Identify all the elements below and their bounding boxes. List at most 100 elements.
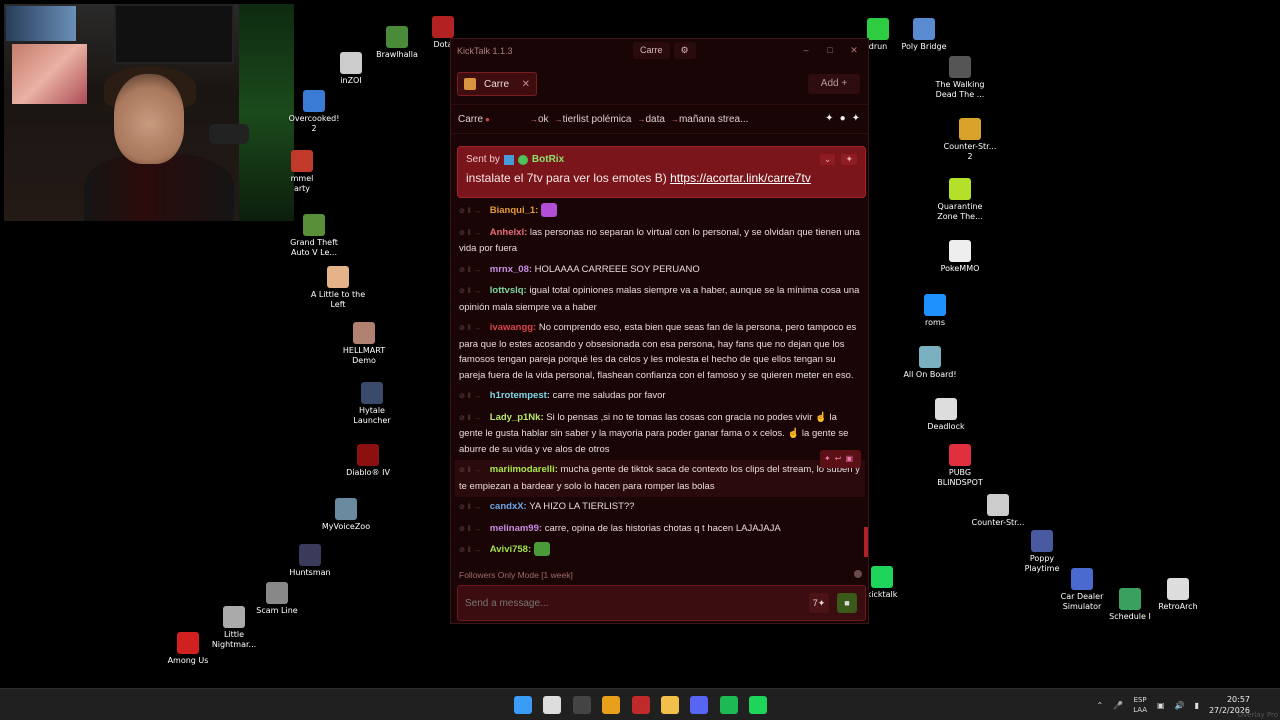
chat-message[interactable]: ⊘‖→ Anhelxl: las personas no separan lo v… [455,223,865,260]
desktop-icon[interactable]: roms [897,294,973,328]
desktop-icon[interactable]: Among Us [150,632,226,666]
chat-message[interactable]: ⊘‖→ candxX: YA HIZO LA TIERLIST?? [455,497,865,519]
chat-username[interactable]: ivawangg: [490,322,536,333]
windows-start-icon[interactable] [514,696,532,714]
desktop-icon[interactable]: All On Board! [892,346,968,380]
chevron-up-icon[interactable]: ⌃ [1097,701,1104,710]
app-icon [1167,578,1189,600]
pinned-link[interactable]: https://acortar.link/carre7tv [670,171,811,185]
kicktalk-icon[interactable] [749,696,767,714]
desktop-icon[interactable]: Poly Bridge [886,18,962,52]
keyword-chip[interactable]: data [637,114,664,125]
chat-username[interactable]: h1rotempest: [490,390,550,401]
pinned-messages-icon[interactable]: ✦ [852,113,860,124]
desktop-icon[interactable]: A Little to the Left [300,266,376,310]
desktop-icon[interactable]: Quarantine Zone The... [922,178,998,222]
desktop-icon[interactable]: mmel arty [264,150,340,194]
spotify-icon[interactable] [720,696,738,714]
mod-actions-icon[interactable]: ⊘‖→ [459,263,484,279]
language-indicator[interactable]: ESP LAA [1133,695,1147,715]
chat-username[interactable]: Anhelxl: [490,227,527,238]
file-explorer-icon[interactable] [661,696,679,714]
search-icon[interactable] [543,696,561,714]
chat-message[interactable]: ⊘‖→ Bianqui_1: [455,201,865,223]
desktop-icon[interactable]: MyVoiceZoo [308,498,384,532]
chat-username[interactable]: lottvslq: [490,285,527,296]
message-actions-icon[interactable]: ✦↩▣ [820,450,861,468]
chat-message[interactable]: ⊘‖→ Lady_p1Nk: Si lo pensas ,si no te tom… [455,408,865,461]
chat-message[interactable]: ⊘‖→ lottvslq: igual total opiniones malas… [455,281,865,318]
desktop-icon[interactable]: PokeMMO [922,240,998,274]
user-icon[interactable]: ● [840,113,846,124]
chat-scrollbar[interactable] [864,527,868,557]
desktop-icon[interactable]: Overcooked! 2 [276,90,352,134]
chat-username[interactable]: melinam99: [490,523,542,534]
expand-pinned-icon[interactable]: ⌄ [819,154,836,165]
battery-icon[interactable]: ▮ [1195,701,1199,710]
chat-username[interactable]: Avivi758: [490,544,531,555]
keyword-chip[interactable]: ok [530,114,549,125]
keyword-chip[interactable]: tierlist polémica [555,114,632,125]
chat-message[interactable]: ⊘‖→ h1rotempest: carre me saludas por fav… [455,386,865,408]
desktop-icon[interactable]: Hytale Launcher [334,382,410,426]
chat-username[interactable]: Bianqui_1: [490,205,539,216]
desktop-icon[interactable]: Counter-Str... 2 [932,118,1008,162]
chat-message[interactable]: ⊘‖→ melinam99: carre, opina de las histor… [455,519,865,541]
chat-username[interactable]: Lady_p1Nk: [490,412,544,423]
settings-icon[interactable]: ⚙ [673,42,696,59]
mod-actions-icon[interactable]: ⊘‖→ [459,543,484,559]
unpin-icon[interactable]: ✦ [841,154,857,165]
emote-picker-icon[interactable]: ■ [837,593,857,613]
discord-icon[interactable] [690,696,708,714]
minimize-button[interactable]: – [794,45,818,56]
chat-message[interactable]: ⊘‖→ ivawangg: No comprendo eso, esta bien… [455,318,865,386]
active-channel-chip[interactable]: Carre [633,42,670,59]
chat-messages: ⊘‖→ Bianqui_1: ⊘‖→ Anhelxl: las personas n… [455,201,865,559]
desktop-icon[interactable]: Deadlock [908,398,984,432]
close-button[interactable]: ✕ [842,45,866,56]
desktop-icon[interactable]: RetroArch [1140,578,1216,612]
mod-actions-icon[interactable]: ⊘‖→ [459,500,484,516]
desktop-icon[interactable]: HELLMART Demo [326,322,402,366]
mod-actions-icon[interactable]: ⊘‖→ [459,463,484,479]
keyword-chip[interactable]: mañana strea... [671,114,748,125]
desktop-icon[interactable]: The Walking Dead The ... [922,56,998,100]
pin-icon[interactable]: ✦ [825,113,833,124]
obs-icon[interactable] [573,696,591,714]
chrome-icon[interactable] [602,696,620,714]
chat-message[interactable]: ⊘‖→ mrnx_08: HOLAAAA CARREEE SOY PERUANO [455,260,865,282]
desktop-icon-label: Huntsman [289,568,331,577]
desktop-icon[interactable]: PUBG BLINDSPOT [922,444,998,488]
chat-username[interactable]: mariimodarelli: [490,464,558,475]
message-input[interactable] [465,597,785,609]
mod-actions-icon[interactable]: ⊘‖→ [459,284,484,300]
desktop-icon[interactable]: Counter-Str... [960,494,1036,528]
desktop-icon[interactable]: Grand Theft Auto V Le... [276,214,352,258]
desktop-icon[interactable]: inZOI [313,52,389,86]
channel-name[interactable]: Carre [458,114,483,125]
chat-message[interactable]: ⊘‖→ Avivi758: [455,540,865,559]
maximize-button[interactable]: □ [818,45,842,56]
mod-actions-icon[interactable]: ⊘‖→ [459,389,484,405]
desktop-icon[interactable]: Diablo® IV [330,444,406,478]
desktop-icon[interactable]: Huntsman [272,544,348,578]
add-chatroom-button[interactable]: Add + [808,74,860,94]
mod-actions-icon[interactable]: ⊘‖→ [459,204,484,220]
bot-username[interactable]: BotRix [532,154,564,165]
chat-username[interactable]: mrnx_08: [490,264,532,275]
mod-actions-icon[interactable]: ⊘‖→ [459,411,484,427]
dazzle-icon[interactable] [632,696,650,714]
info-icon[interactable] [854,570,862,578]
tab-close-icon[interactable]: ✕ [522,79,530,90]
mod-actions-icon[interactable]: ⊘‖→ [459,522,484,538]
chat-username[interactable]: candxX: [490,501,527,512]
7tv-emote-icon[interactable]: 7✦ [809,593,829,613]
mod-actions-icon[interactable]: ⊘‖→ [459,321,484,337]
network-icon[interactable]: ▣ [1157,701,1165,710]
desktop-icon-label: mmel arty [290,174,314,193]
microphone-icon[interactable]: 🎤 [1113,701,1123,710]
mod-actions-icon[interactable]: ⊘‖→ [459,226,484,242]
volume-icon[interactable]: 🔊 [1175,701,1185,710]
chat-message[interactable]: ⊘‖→ mariimodarelli: mucha gente de tiktok… [455,450,865,497]
tab-carre[interactable]: Carre ✕ [457,72,537,96]
